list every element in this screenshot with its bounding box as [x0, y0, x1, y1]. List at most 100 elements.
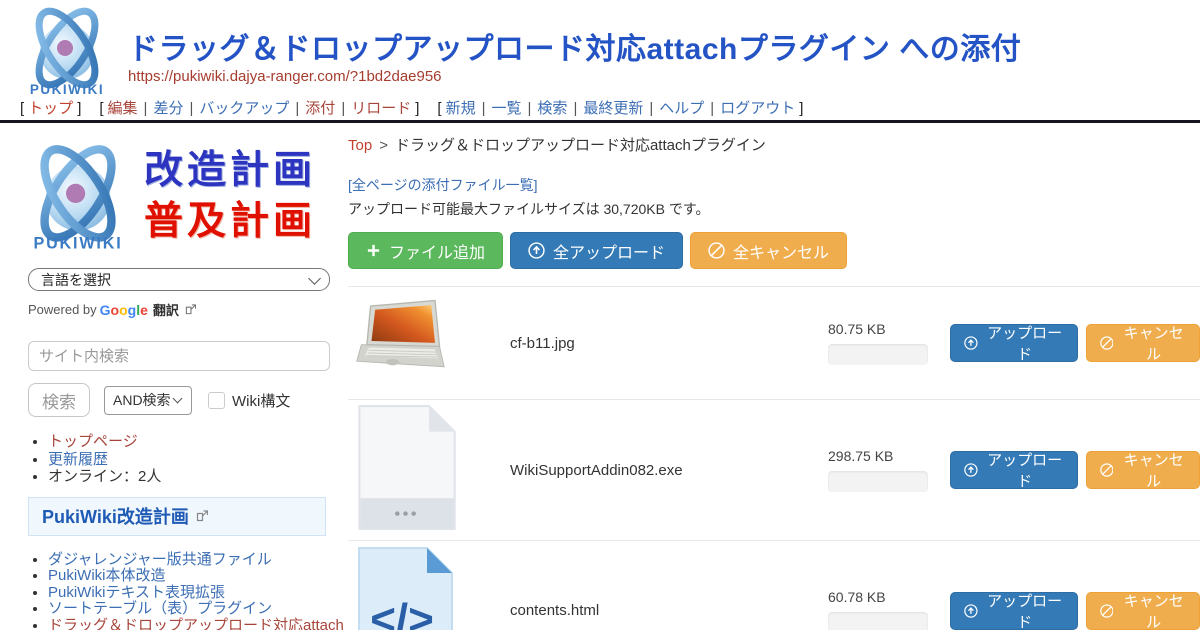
upload-progress-bar — [828, 471, 928, 492]
sidebar-item-core-mod[interactable]: PukiWiki本体改造 — [48, 567, 166, 584]
nav-new-link[interactable]: 新規 — [446, 100, 476, 117]
list-item: PukiWiki本体改造 — [48, 568, 345, 584]
file-size: 80.75 KB — [828, 321, 940, 337]
chevron-down-icon — [308, 272, 321, 285]
google-logo: Google — [100, 302, 148, 318]
svg-text:PUKIWIKI: PUKIWIKI — [30, 82, 104, 97]
pukiwiki-logo-icon: PUKIWIKI — [16, 4, 118, 98]
page-title: ドラッグ＆ドロップアップロード対応attachプラグイン への添付 — [128, 24, 1021, 68]
main-content: Top>ドラッグ＆ドロップアップロード対応attachプラグイン [全ページの添… — [348, 134, 1200, 630]
laptop-photo-thumbnail — [354, 298, 446, 384]
search-mode-select[interactable]: AND検索 — [104, 386, 192, 415]
search-mode-value: AND検索 — [113, 390, 171, 410]
sidebar-item-history[interactable]: 更新履歴 — [48, 451, 108, 468]
html-code-file-icon: </> — [354, 546, 454, 630]
nav-backup-link[interactable]: バックアップ — [199, 100, 289, 117]
language-select[interactable]: 言語を選択 — [28, 268, 330, 291]
wiki-syntax-label: Wiki構文 — [232, 390, 290, 411]
google-translate-attribution: Powered by Google 翻訳 — [28, 300, 345, 319]
breadcrumb-home-link[interactable]: Top — [348, 137, 372, 154]
nav-recent-link[interactable]: 最終更新 — [583, 100, 643, 117]
file-name: WikiSupportAddin082.exe — [510, 462, 683, 479]
header-divider — [0, 120, 1200, 123]
list-item: トップページ — [48, 433, 345, 451]
nav-edit-link[interactable]: 編集 — [108, 100, 138, 117]
site-search-input[interactable] — [28, 341, 330, 371]
cancel-circle-icon — [1100, 603, 1114, 619]
page-header: PUKIWIKI ドラッグ＆ドロップアップロード対応attachプラグイン への… — [0, 0, 1200, 97]
sidebar-item-text-ext[interactable]: PukiWikiテキスト表現拡張 — [48, 584, 225, 601]
max-filesize-note: アップロード可能最大ファイルサイズは 30,720KB です。 — [348, 199, 1200, 219]
sidebar-site-links: ダジャレンジャー版共通ファイル PukiWiki本体改造 PukiWikiテキス… — [0, 552, 345, 630]
nav-top-link[interactable]: トップ — [28, 100, 73, 117]
nav-search-link[interactable]: 検索 — [537, 100, 567, 117]
plus-icon — [366, 243, 381, 258]
file-size: 298.75 KB — [828, 448, 940, 464]
upload-circle-icon — [964, 335, 978, 351]
generic-file-icon — [354, 404, 457, 531]
sidebar-item-toppage[interactable]: トップページ — [48, 433, 138, 450]
file-row: cf-b11.jpg 80.75 KB アップロード キャンセル — [348, 286, 1200, 399]
all-attachments-link[interactable]: [全ページの添付ファイル一覧] — [348, 175, 538, 195]
cancel-circle-icon — [1100, 462, 1114, 478]
upload-circle-icon — [528, 242, 545, 259]
sidebar-site-logo: PUKIWIKI 改造計画 普及計画 — [0, 130, 345, 256]
nav-logout-link[interactable]: ログアウト — [720, 100, 795, 117]
page: PUKIWIKI ドラッグ＆ドロップアップロード対応attachプラグイン への… — [0, 0, 1200, 630]
nav-diff-link[interactable]: 差分 — [153, 100, 183, 117]
list-item: ドラッグ＆ドロップアップロード対応attachプラグイン — [48, 618, 345, 630]
site-logo-line2: 普及計画 — [144, 197, 316, 248]
add-file-button[interactable]: ファイル追加 — [348, 232, 503, 269]
upload-button[interactable]: アップロード — [950, 451, 1078, 489]
external-link-icon — [185, 304, 196, 315]
site-logo-line1: 改造計画 — [144, 146, 316, 197]
upload-circle-icon — [964, 462, 978, 478]
sidebar-section-box: PukiWiki改造計画 — [28, 497, 326, 536]
language-select-value: 言語を選択 — [41, 270, 111, 290]
wiki-syntax-checkbox[interactable] — [208, 392, 225, 409]
sidebar-item-common-files[interactable]: ダジャレンジャー版共通ファイル — [48, 551, 272, 568]
file-name: cf-b11.jpg — [510, 335, 575, 352]
cancel-button[interactable]: キャンセル — [1086, 451, 1200, 489]
file-name: contents.html — [510, 602, 599, 619]
list-item: ダジャレンジャー版共通ファイル — [48, 552, 345, 568]
breadcrumb: Top>ドラッグ＆ドロップアップロード対応attachプラグイン — [348, 134, 1200, 155]
list-item: 更新履歴 — [48, 451, 345, 469]
file-size: 60.78 KB — [828, 589, 940, 605]
upload-progress-bar — [828, 344, 928, 365]
svg-text:PUKIWIKI: PUKIWIKI — [33, 235, 122, 253]
upload-progress-bar — [828, 612, 928, 630]
external-link-icon — [196, 510, 208, 522]
page-url-link[interactable]: https://pukiwiki.dajya-ranger.com/?1bd2d… — [128, 68, 442, 85]
cancel-button[interactable]: キャンセル — [1086, 324, 1200, 362]
search-button[interactable]: 検索 — [28, 383, 90, 417]
cancel-circle-icon — [708, 242, 725, 259]
list-item: ソートテーブル（表）プラグイン — [48, 601, 345, 617]
pukiwiki-atom-icon: PUKIWIKI — [18, 138, 138, 256]
upload-button[interactable]: アップロード — [950, 324, 1078, 362]
svg-text:</>: </> — [370, 595, 434, 630]
nav-help-link[interactable]: ヘルプ — [659, 100, 704, 117]
pukiwiki-kaizou-link[interactable]: PukiWiki改造計画 — [42, 507, 189, 527]
nav-attach-link[interactable]: 添付 — [305, 100, 335, 117]
cancel-circle-icon — [1100, 335, 1114, 351]
sidebar-item-dnd-attach[interactable]: ドラッグ＆ドロップアップロード対応attachプラグイン — [48, 617, 344, 630]
top-nav: [トップ][編集|差分|バックアップ|添付|リロード][新規|一覧|検索|最終更… — [16, 97, 807, 118]
cancel-all-button[interactable]: 全キャンセル — [690, 232, 847, 269]
file-row: </> contents.html 60.78 KB アップロード キャンセル — [348, 540, 1200, 630]
upload-button[interactable]: アップロード — [950, 592, 1078, 630]
list-item: PukiWikiテキスト表現拡張 — [48, 585, 345, 601]
sidebar-item-sort-table[interactable]: ソートテーブル（表）プラグイン — [48, 600, 272, 617]
chevron-down-icon — [173, 394, 183, 404]
nav-list-link[interactable]: 一覧 — [492, 100, 522, 117]
nav-reload-link[interactable]: リロード — [351, 100, 411, 117]
file-upload-list: cf-b11.jpg 80.75 KB アップロード キャンセル — [348, 286, 1200, 630]
upload-all-button[interactable]: 全アップロード — [510, 232, 683, 269]
file-row: WikiSupportAddin082.exe 298.75 KB アップロード… — [348, 399, 1200, 540]
list-item: オンライン：2人 — [48, 468, 345, 486]
cancel-button[interactable]: キャンセル — [1086, 592, 1200, 630]
translate-link[interactable]: 翻訳 — [153, 300, 179, 319]
sidebar-quick-links: トップページ 更新履歴 オンライン：2人 — [0, 433, 345, 486]
breadcrumb-current: ドラッグ＆ドロップアップロード対応attachプラグイン — [395, 137, 766, 154]
upload-toolbar: ファイル追加 全アップロード 全キャンセル — [348, 232, 1200, 269]
